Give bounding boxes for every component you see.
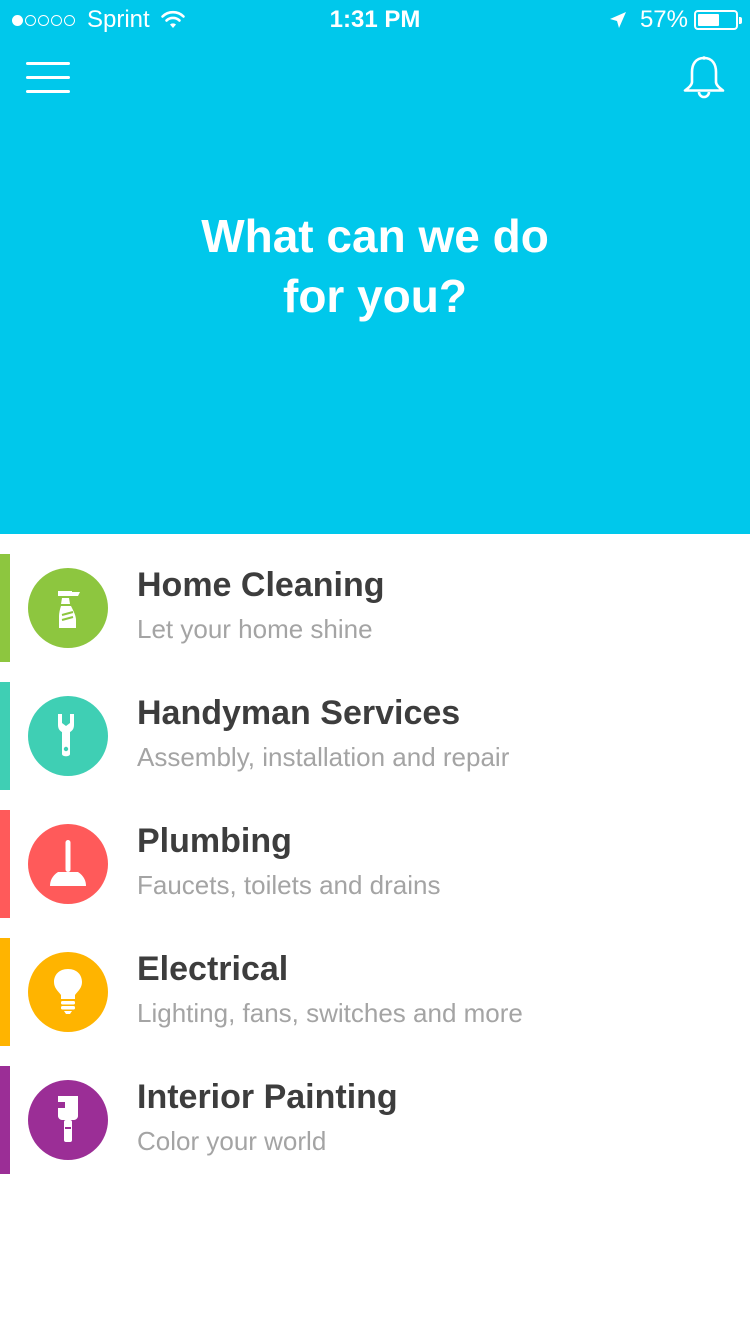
- status-right: 57%: [608, 6, 742, 34]
- hero-header: Sprint 1:31 PM 57% What can we do for yo…: [0, 0, 750, 534]
- service-icon-circle: [28, 568, 108, 648]
- service-icon-circle: [28, 696, 108, 776]
- status-bar: Sprint 1:31 PM 57%: [0, 0, 750, 40]
- service-icon-circle: [28, 1080, 108, 1160]
- service-item-home-cleaning[interactable]: Home Cleaning Let your home shine: [0, 554, 750, 662]
- accent-bar: [0, 938, 10, 1046]
- service-item-electrical[interactable]: Electrical Lighting, fans, switches and …: [0, 938, 750, 1046]
- service-title: Plumbing: [137, 822, 292, 860]
- service-subtitle: Assembly, installation and repair: [137, 742, 510, 772]
- service-icon-circle: [28, 824, 108, 904]
- battery-tip: [739, 17, 742, 24]
- battery-percent: 57%: [639, 6, 688, 33]
- accent-bar: [0, 810, 10, 918]
- page-title-line: What can we do: [201, 210, 549, 262]
- service-icon-circle: [28, 952, 108, 1032]
- service-item-interior-painting[interactable]: Interior Painting Color your world: [0, 1066, 750, 1174]
- accent-bar: [0, 554, 10, 662]
- hamburger-menu-icon[interactable]: [26, 60, 70, 96]
- spray-bottle-icon: [58, 591, 80, 628]
- page-title-line: for you?: [283, 270, 467, 322]
- bell-icon[interactable]: [680, 54, 728, 102]
- service-subtitle: Let your home shine: [137, 614, 373, 644]
- accent-bar: [0, 1066, 10, 1174]
- service-title: Home Cleaning: [137, 566, 385, 604]
- page-title: What can we do for you?: [125, 206, 625, 326]
- service-subtitle: Faucets, toilets and drains: [137, 870, 441, 900]
- service-list: Home Cleaning Let your home shine Handym…: [0, 554, 750, 1194]
- lightbulb-icon: [54, 969, 82, 1014]
- service-item-plumbing[interactable]: Plumbing Faucets, toilets and drains: [0, 810, 750, 918]
- service-title: Interior Painting: [137, 1078, 398, 1116]
- service-title: Electrical: [137, 950, 289, 988]
- paintbrush-icon: [58, 1096, 78, 1142]
- menu-line: [26, 90, 70, 93]
- service-item-handyman[interactable]: Handyman Services Assembly, installation…: [0, 682, 750, 790]
- app-screen: Sprint 1:31 PM 57% What can we do for yo…: [0, 0, 750, 1334]
- plunger-icon: [50, 840, 86, 886]
- service-title: Handyman Services: [137, 694, 461, 732]
- service-subtitle: Lighting, fans, switches and more: [137, 998, 523, 1028]
- menu-line: [26, 62, 70, 65]
- battery-icon: [694, 10, 742, 30]
- service-subtitle: Color your world: [137, 1126, 327, 1156]
- menu-line: [26, 76, 70, 79]
- battery-fill: [698, 14, 719, 26]
- location-arrow-icon: [609, 12, 626, 28]
- accent-bar: [0, 682, 10, 790]
- wrench-icon: [58, 714, 74, 757]
